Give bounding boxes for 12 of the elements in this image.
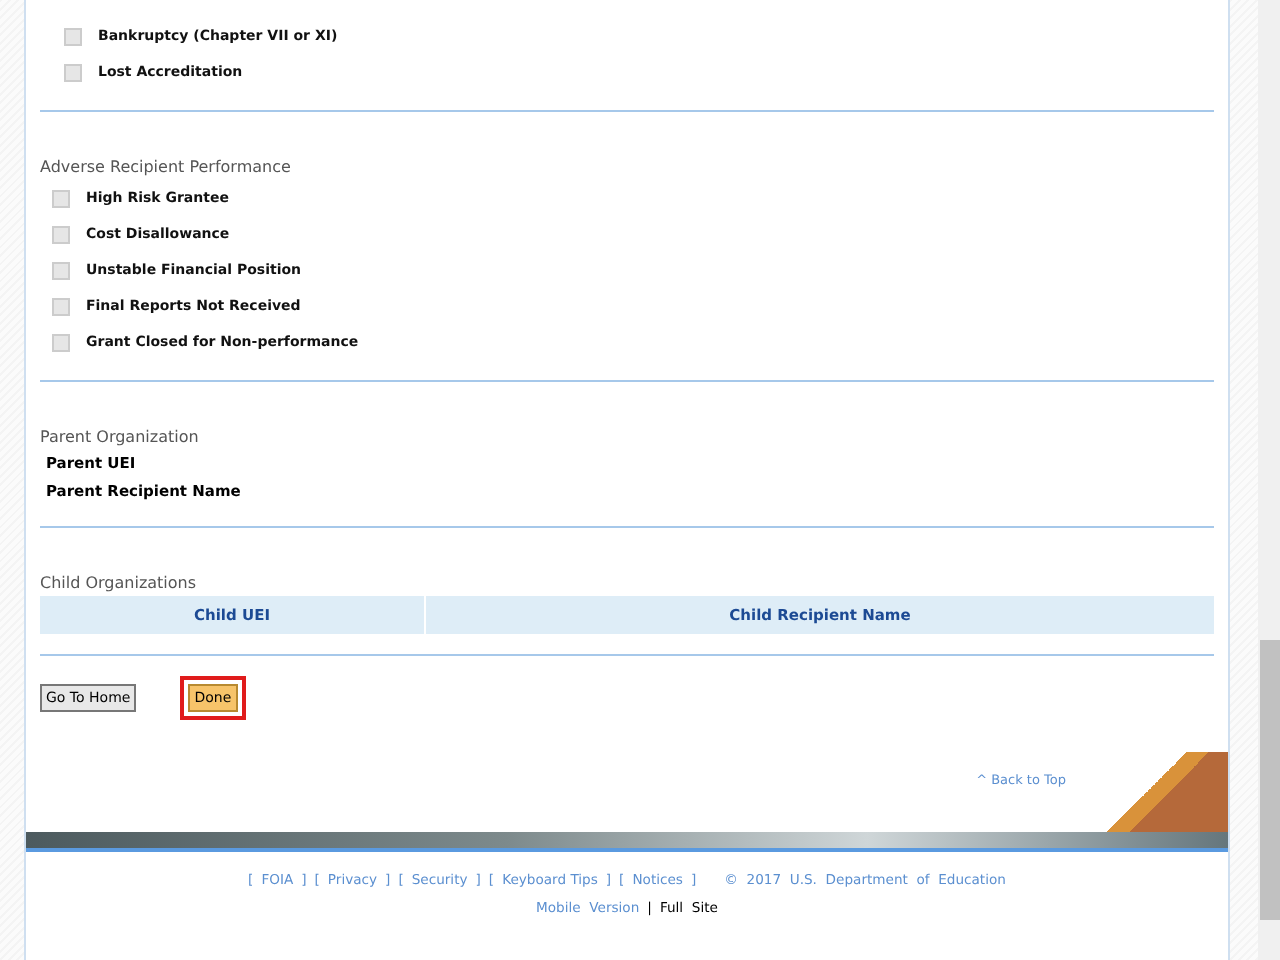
checkbox[interactable]: [52, 261, 70, 279]
section-heading: Parent Organization: [40, 426, 201, 450]
checkbox[interactable]: [52, 225, 70, 243]
checkbox[interactable]: [64, 27, 82, 45]
section-heading: Child Organizations: [40, 572, 199, 596]
scrollbar[interactable]: [1258, 0, 1280, 960]
scrollbar-thumb[interactable]: [1260, 640, 1280, 920]
section-heading: Adverse Recipient Performance: [40, 156, 293, 180]
checkbox[interactable]: [52, 189, 70, 207]
checkbox[interactable]: [64, 63, 82, 81]
checkbox[interactable]: [52, 333, 70, 351]
checkbox[interactable]: [52, 297, 70, 315]
